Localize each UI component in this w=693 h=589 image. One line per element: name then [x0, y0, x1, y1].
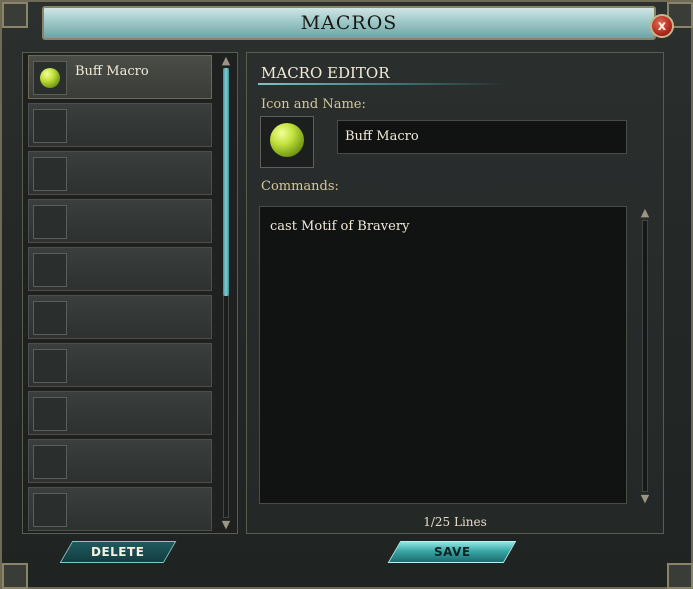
empty-icon-slot: [33, 253, 67, 287]
empty-icon-slot: [33, 445, 67, 479]
delete-button-label: DELETE: [91, 545, 145, 559]
empty-icon-slot: [33, 349, 67, 383]
save-button[interactable]: SAVE: [387, 541, 517, 563]
macro-slot[interactable]: [28, 103, 212, 147]
commands-scrollbar[interactable]: ▲ ▼: [637, 206, 653, 506]
close-icon: x: [657, 18, 667, 34]
chevron-up-icon[interactable]: ▲: [218, 54, 234, 68]
macro-icon-picker[interactable]: [260, 116, 314, 168]
macro-name-field[interactable]: Buff Macro: [337, 120, 627, 154]
commands-label: Commands:: [261, 179, 339, 194]
window-title: MACROS: [300, 12, 398, 34]
icon-name-label: Icon and Name:: [261, 97, 366, 112]
macro-slot-label: Buff Macro: [75, 64, 149, 79]
macro-slot[interactable]: [28, 199, 212, 243]
macro-slot[interactable]: [28, 343, 212, 387]
macro-slot[interactable]: [28, 295, 212, 339]
empty-icon-slot: [33, 493, 67, 527]
macro-slot[interactable]: [28, 391, 212, 435]
chevron-up-icon[interactable]: ▲: [637, 206, 653, 220]
save-button-label: SAVE: [433, 545, 471, 559]
chevron-down-icon[interactable]: ▼: [637, 492, 653, 506]
macro-slot-icon-box: [33, 61, 67, 95]
macro-list-scrollbar[interactable]: ▲ ▼: [218, 54, 234, 532]
delete-button[interactable]: DELETE: [59, 541, 177, 563]
macro-slot[interactable]: [28, 247, 212, 291]
macro-slot[interactable]: [28, 487, 212, 531]
empty-icon-slot: [33, 301, 67, 335]
green-apple-icon: [270, 123, 304, 157]
chevron-down-icon[interactable]: ▼: [218, 518, 234, 532]
scrollbar-thumb[interactable]: [223, 68, 229, 296]
frame-corner-bottom-right: [667, 563, 693, 589]
frame-corner-top-left: [2, 2, 28, 28]
green-apple-icon: [40, 68, 60, 88]
line-count: 1/25 Lines: [423, 515, 487, 529]
section-title: MACRO EDITOR: [261, 64, 390, 82]
empty-icon-slot: [33, 157, 67, 191]
macro-slot[interactable]: [28, 151, 212, 195]
close-button[interactable]: x: [650, 14, 674, 38]
frame-corner-bottom-left: [2, 563, 28, 589]
macro-slot[interactable]: [28, 439, 212, 483]
scrollbar-track[interactable]: [642, 220, 648, 492]
commands-textarea[interactable]: cast Motif of Bravery: [259, 206, 627, 504]
title-bar[interactable]: MACROS: [42, 6, 656, 40]
empty-icon-slot: [33, 397, 67, 431]
title-underline: [258, 83, 508, 85]
macro-slot[interactable]: Buff Macro: [28, 55, 212, 99]
empty-icon-slot: [33, 109, 67, 143]
empty-icon-slot: [33, 205, 67, 239]
